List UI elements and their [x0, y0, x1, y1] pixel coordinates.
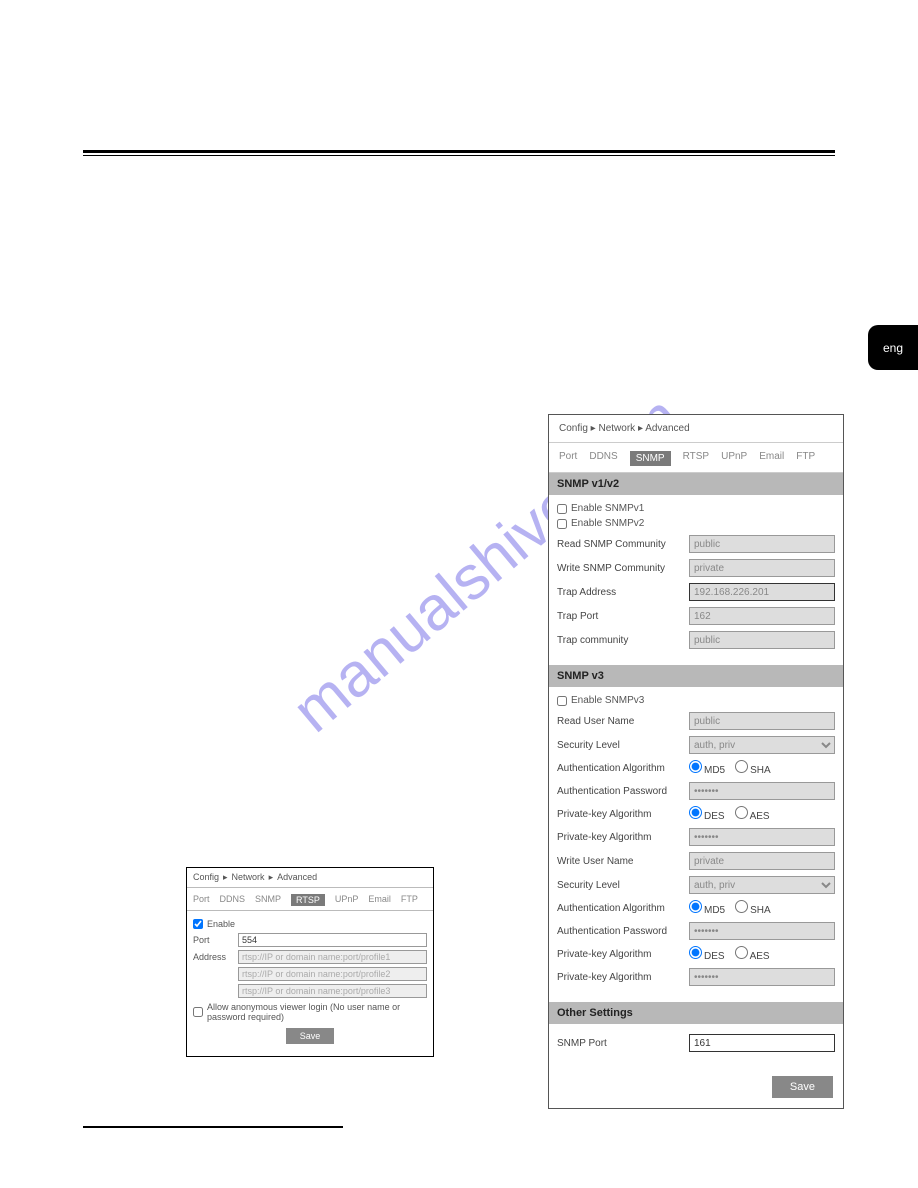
trap-address-label: Trap Address	[557, 587, 689, 598]
port-label: Port	[193, 935, 238, 945]
tab-ftp[interactable]: FTP	[796, 451, 815, 466]
auth-alg-label2: Authentication Algorithm	[557, 903, 689, 914]
tab-ftp[interactable]: FTP	[401, 894, 418, 906]
snmp-panel: Config ▸ Network ▸ Advanced Port DDNS SN…	[548, 414, 844, 1109]
breadcrumb-advanced[interactable]: Advanced	[645, 423, 689, 434]
read-community-label: Read SNMP Community	[557, 539, 689, 550]
md5-radio2[interactable]	[689, 900, 702, 913]
enable-checkbox[interactable]	[193, 919, 203, 929]
trap-port-input[interactable]	[689, 607, 835, 625]
security-level-select[interactable]: auth, priv	[689, 736, 835, 754]
tab-upnp[interactable]: UPnP	[721, 451, 747, 466]
write-user-label: Write User Name	[557, 856, 689, 867]
snmp-port-label: SNMP Port	[557, 1038, 689, 1049]
snmp-port-input[interactable]	[689, 1034, 835, 1052]
section-other-title: Other Settings	[549, 1002, 843, 1024]
tab-ddns[interactable]: DDNS	[220, 894, 246, 906]
breadcrumb-network[interactable]: Network	[232, 872, 265, 882]
anon-label: Allow anonymous viewer login (No user na…	[207, 1002, 427, 1022]
breadcrumb: Config ▸ Network ▸ Advanced	[549, 415, 843, 442]
aes-radio2[interactable]	[735, 946, 748, 959]
auth-password-label2: Authentication Password	[557, 926, 689, 937]
breadcrumb: Config▸Network▸Advanced	[187, 868, 433, 888]
rtsp-panel: Config▸Network▸Advanced Port DDNS SNMP R…	[186, 867, 434, 1057]
rule-top-thick	[83, 150, 835, 153]
rule-top-thin	[83, 155, 835, 156]
enable-snmpv2-label: Enable SNMPv2	[571, 518, 644, 529]
breadcrumb-config[interactable]: Config	[193, 872, 219, 882]
section-v3-title: SNMP v3	[549, 665, 843, 687]
save-button[interactable]: Save	[286, 1028, 335, 1044]
auth-password-label: Authentication Password	[557, 786, 689, 797]
aes-radio[interactable]	[735, 806, 748, 819]
tab-snmp[interactable]: SNMP	[255, 894, 281, 906]
address2-input	[238, 967, 427, 981]
trap-community-label: Trap community	[557, 635, 689, 646]
tabs: Port DDNS SNMP RTSP UPnP Email FTP	[549, 442, 843, 473]
trap-port-label: Trap Port	[557, 611, 689, 622]
tab-upnp[interactable]: UPnP	[335, 894, 359, 906]
read-user-input[interactable]	[689, 712, 835, 730]
tab-ddns[interactable]: DDNS	[589, 451, 617, 466]
address-label: Address	[193, 952, 238, 962]
auth-alg-label: Authentication Algorithm	[557, 763, 689, 774]
read-community-input[interactable]	[689, 535, 835, 553]
privkey-alg-label2: Private-key Algorithm	[557, 949, 689, 960]
anon-checkbox[interactable]	[193, 1007, 203, 1017]
privkey-password-label: Private-key Algorithm	[557, 832, 689, 843]
tab-port[interactable]: Port	[559, 451, 577, 466]
enable-snmpv3-checkbox[interactable]	[557, 696, 567, 706]
sha-radio[interactable]	[735, 760, 748, 773]
tabs: Port DDNS SNMP RTSP UPnP Email FTP	[187, 888, 433, 911]
enable-snmpv3-label: Enable SNMPv3	[571, 695, 644, 706]
auth-password-input2[interactable]	[689, 922, 835, 940]
rule-bottom	[83, 1126, 343, 1128]
trap-community-input[interactable]	[689, 631, 835, 649]
security-level-select2[interactable]: auth, priv	[689, 876, 835, 894]
privkey-password-label2: Private-key Algorithm	[557, 972, 689, 983]
auth-password-input[interactable]	[689, 782, 835, 800]
sha-radio2[interactable]	[735, 900, 748, 913]
enable-label: Enable	[207, 919, 235, 929]
enable-snmpv1-label: Enable SNMPv1	[571, 503, 644, 514]
privkey-password-input2[interactable]	[689, 968, 835, 986]
tab-email[interactable]: Email	[368, 894, 391, 906]
address3-input	[238, 984, 427, 998]
port-input[interactable]	[238, 933, 427, 947]
tab-rtsp[interactable]: RTSP	[291, 894, 325, 906]
save-button[interactable]: Save	[772, 1076, 833, 1098]
md5-radio[interactable]	[689, 760, 702, 773]
tab-email[interactable]: Email	[759, 451, 784, 466]
des-radio2[interactable]	[689, 946, 702, 959]
security-level-label2: Security Level	[557, 880, 689, 891]
des-radio[interactable]	[689, 806, 702, 819]
write-user-input[interactable]	[689, 852, 835, 870]
breadcrumb-config[interactable]: Config	[559, 423, 588, 434]
section-v1v2-title: SNMP v1/v2	[549, 473, 843, 495]
enable-snmpv2-checkbox[interactable]	[557, 519, 567, 529]
tab-snmp[interactable]: SNMP	[630, 451, 671, 466]
tab-rtsp[interactable]: RTSP	[683, 451, 710, 466]
read-user-label: Read User Name	[557, 716, 689, 727]
breadcrumb-advanced[interactable]: Advanced	[277, 872, 317, 882]
privkey-alg-label: Private-key Algorithm	[557, 809, 689, 820]
trap-address-input[interactable]	[689, 583, 835, 601]
write-community-label: Write SNMP Community	[557, 563, 689, 574]
language-tab: eng	[868, 325, 918, 370]
breadcrumb-network[interactable]: Network	[598, 423, 635, 434]
write-community-input[interactable]	[689, 559, 835, 577]
enable-snmpv1-checkbox[interactable]	[557, 504, 567, 514]
tab-port[interactable]: Port	[193, 894, 210, 906]
privkey-password-input[interactable]	[689, 828, 835, 846]
security-level-label: Security Level	[557, 740, 689, 751]
address1-input	[238, 950, 427, 964]
